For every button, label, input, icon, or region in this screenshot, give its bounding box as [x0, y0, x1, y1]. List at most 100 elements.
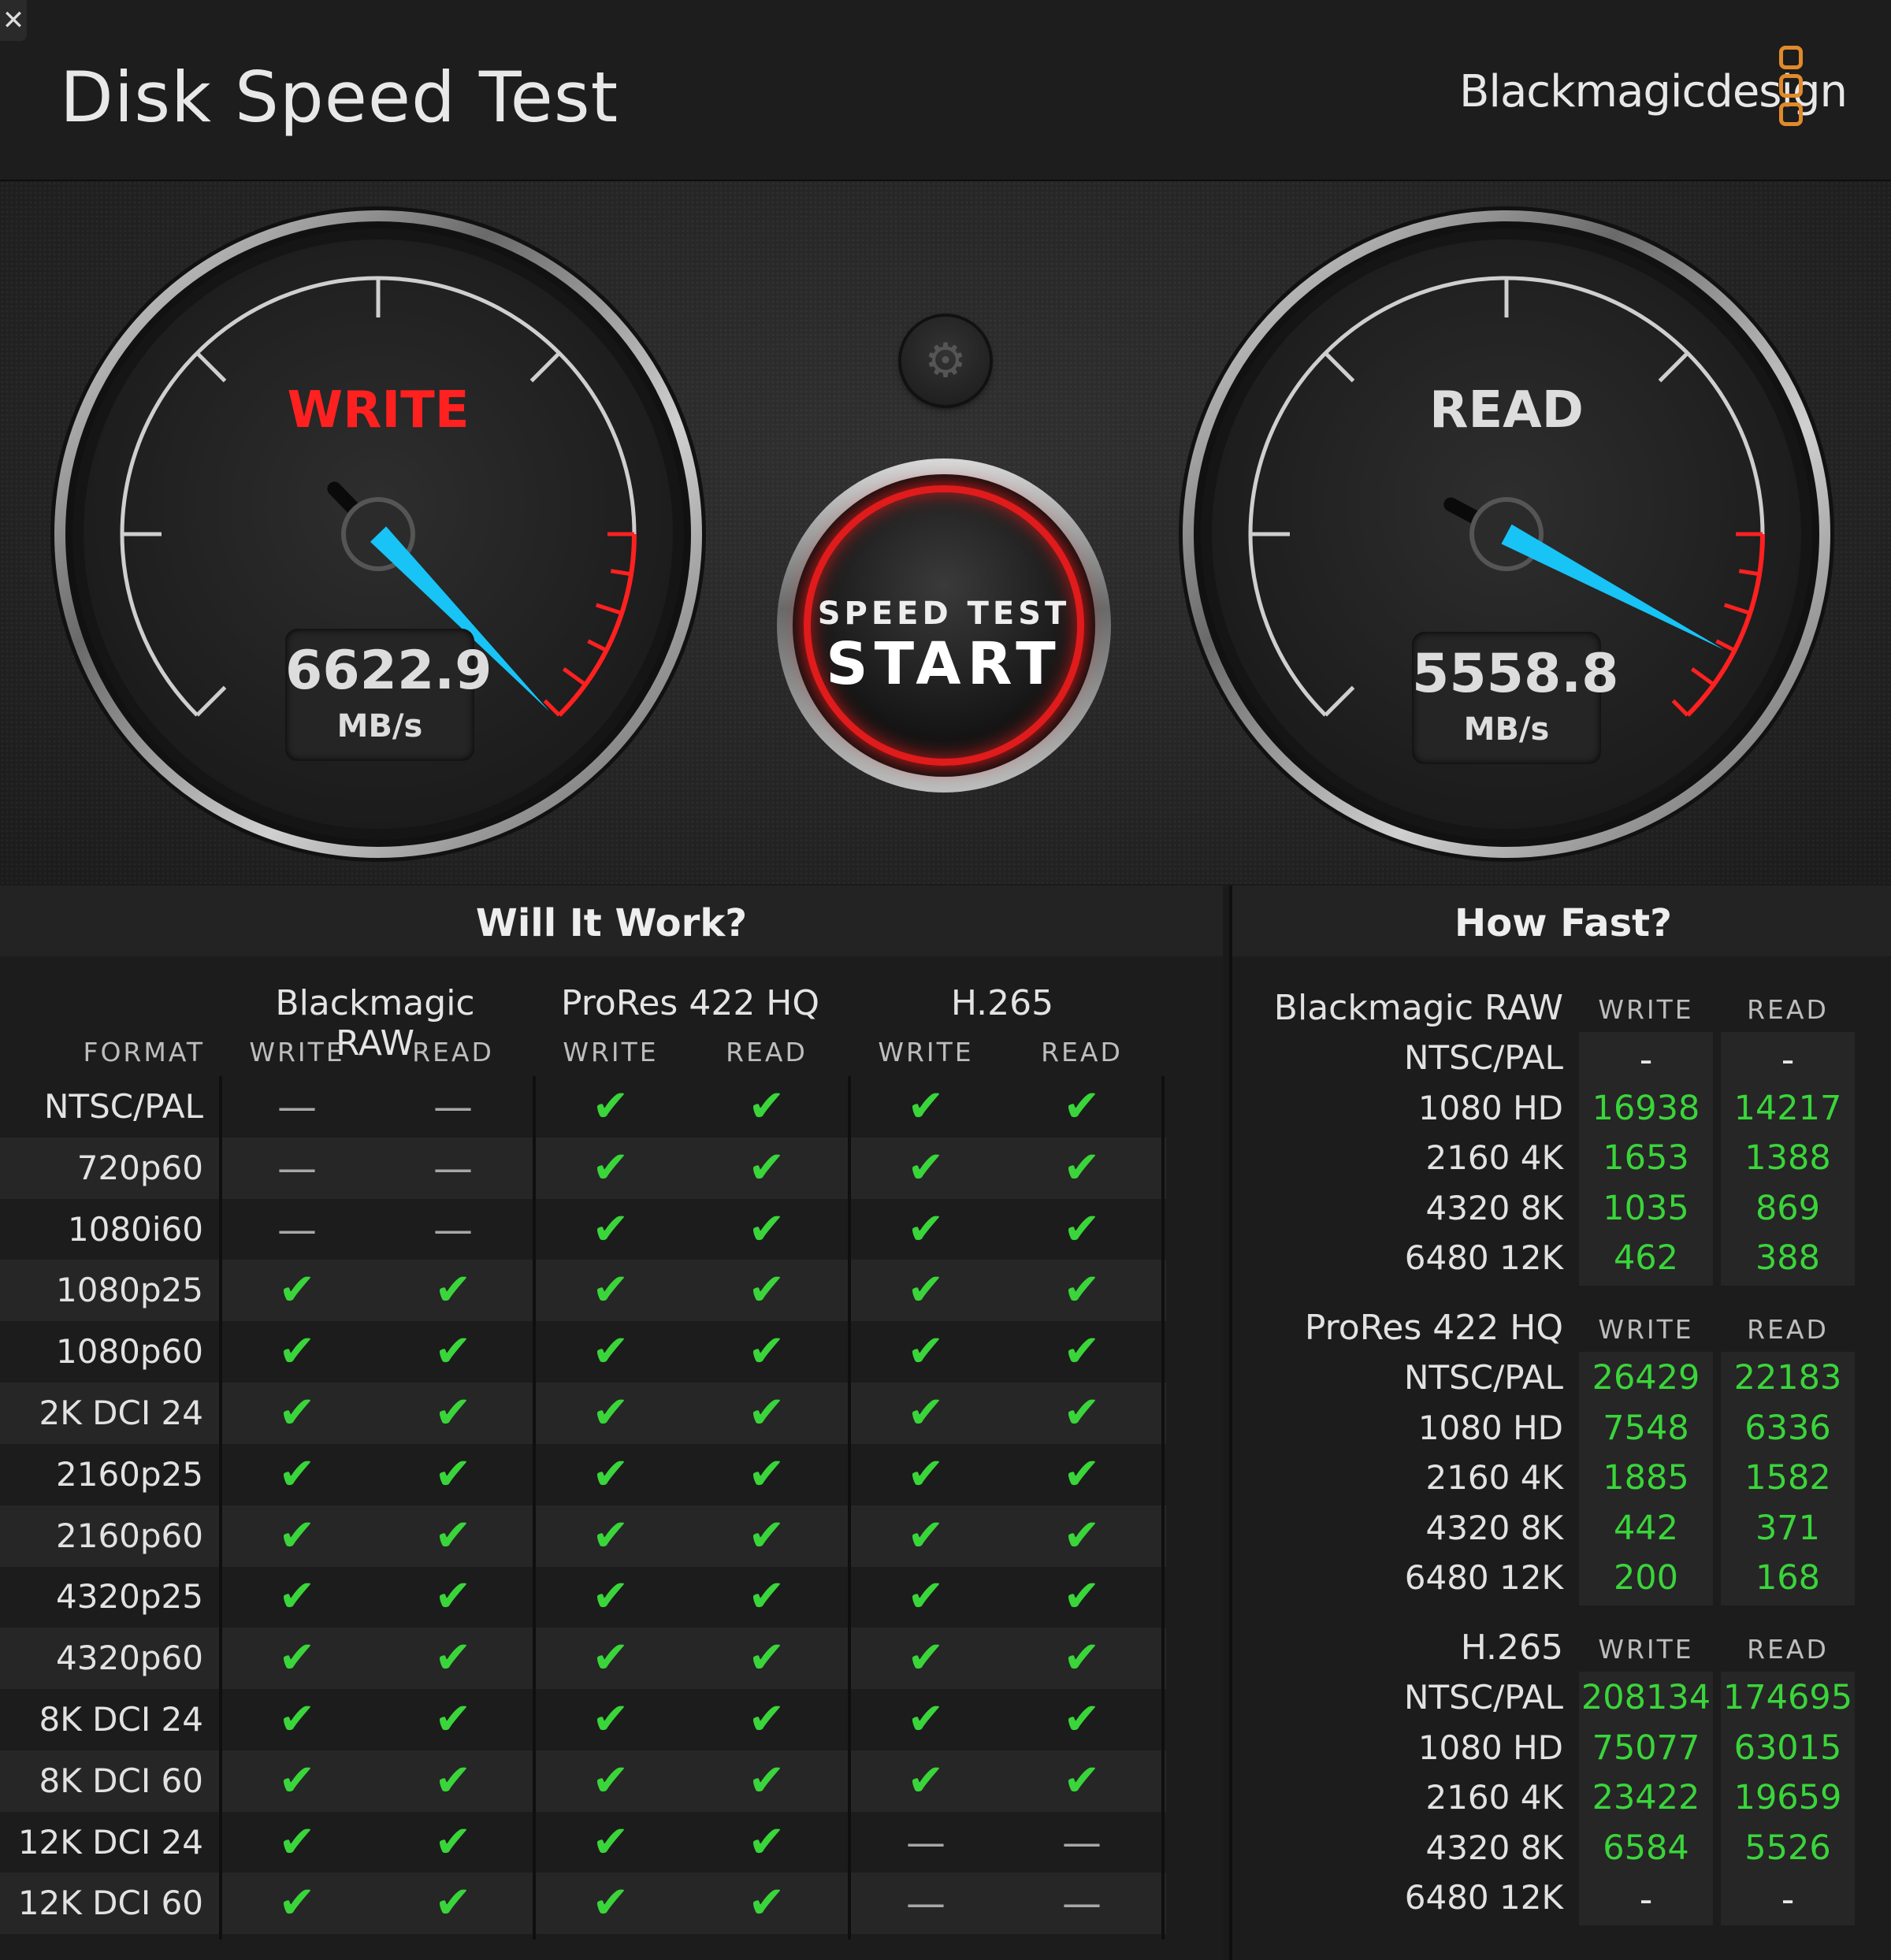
will-it-work-title: Will It Work? — [0, 885, 1223, 956]
table-row: 8K DCI 24 ✔ ✔ ✔ ✔ ✔ ✔ — [0, 1689, 1166, 1750]
column-divider — [219, 1076, 222, 1940]
read-value: 174695 — [1722, 1678, 1853, 1717]
check-icon: ✔ — [592, 1141, 630, 1193]
dash-icon: — — [277, 1084, 317, 1130]
table-row: 12K DCI 24 ✔ ✔ ✔ ✔ — — — [0, 1812, 1166, 1873]
read-value: 388 — [1755, 1238, 1821, 1278]
title-bar: ✕ Disk Speed Test Blackmagicdesign — [0, 0, 1891, 182]
column-subheader-read: READ — [726, 1037, 808, 1067]
read-value: 869 — [1755, 1188, 1821, 1228]
column-subheader-read: READ — [412, 1037, 494, 1067]
check-icon: ✔ — [278, 1509, 316, 1561]
gear-icon: ⚙ — [924, 333, 967, 388]
check-icon: ✔ — [434, 1571, 472, 1623]
table-row: NTSC/PAL — — ✔ ✔ ✔ ✔ — [0, 1076, 1166, 1138]
check-icon: ✔ — [1063, 1081, 1101, 1132]
check-icon: ✔ — [278, 1694, 316, 1745]
check-icon: ✔ — [278, 1754, 316, 1806]
check-icon: ✔ — [434, 1264, 472, 1316]
row-format-label: 8K DCI 24 — [39, 1700, 203, 1739]
row-format-label: 1080 HD — [1417, 1088, 1563, 1127]
check-icon: ✔ — [1063, 1387, 1101, 1438]
check-icon: ✔ — [907, 1203, 945, 1255]
table-row: 720p60 — — ✔ ✔ ✔ ✔ — [0, 1137, 1166, 1199]
check-icon: ✔ — [1063, 1141, 1101, 1193]
check-icon: ✔ — [907, 1264, 945, 1316]
check-icon: ✔ — [592, 1694, 630, 1745]
read-value: 6336 — [1744, 1408, 1831, 1448]
write-value: 75077 — [1592, 1728, 1700, 1768]
write-value: 7548 — [1603, 1408, 1689, 1448]
settings-button[interactable]: ⚙ — [901, 317, 990, 405]
check-icon: ✔ — [748, 1816, 786, 1868]
table-row: 1080p25 ✔ ✔ ✔ ✔ ✔ ✔ — [0, 1260, 1166, 1322]
check-icon: ✔ — [748, 1877, 786, 1929]
row-format-label: NTSC/PAL — [1404, 1358, 1563, 1397]
check-icon: ✔ — [748, 1448, 786, 1500]
read-value: 5558.8 — [1412, 643, 1619, 705]
check-icon: ✔ — [748, 1081, 786, 1132]
check-icon: ✔ — [434, 1387, 472, 1438]
dash-icon: — — [277, 1145, 317, 1191]
table-row: 12K DCI 60 ✔ ✔ ✔ ✔ — — — [0, 1873, 1166, 1935]
check-icon: ✔ — [748, 1509, 786, 1561]
row-format-label: 6480 12K — [1404, 1558, 1563, 1597]
read-value: 63015 — [1733, 1728, 1842, 1768]
codec-header: Blackmagic RAW — [1273, 988, 1563, 1028]
start-button-body[interactable]: SPEED TEST START — [793, 474, 1095, 777]
table-row: 8K DCI 60 ✔ ✔ ✔ ✔ ✔ ✔ — [0, 1750, 1166, 1812]
check-icon: ✔ — [748, 1754, 786, 1806]
read-value: 168 — [1755, 1558, 1821, 1598]
column-divider — [848, 1076, 851, 1940]
check-icon: ✔ — [278, 1571, 316, 1623]
column-subheader-write: WRITE — [1598, 994, 1694, 1025]
column-subheader-write: WRITE — [1598, 1634, 1694, 1665]
column-divider — [1161, 1076, 1165, 1940]
row-format-label: 2160 4K — [1425, 1138, 1563, 1177]
column-divider — [533, 1076, 536, 1940]
column-subheader-read: READ — [1041, 1037, 1123, 1067]
write-value: - — [1639, 1038, 1653, 1081]
check-icon: ✔ — [278, 1448, 316, 1500]
write-value: 1885 — [1603, 1458, 1689, 1498]
column-subheader-write: WRITE — [1598, 1314, 1694, 1345]
check-icon: ✔ — [907, 1387, 945, 1438]
check-icon: ✔ — [592, 1754, 630, 1806]
how-fast-panel: How Fast? Blackmagic RAW WRITE READ NTSC/PA… — [1229, 885, 1891, 1960]
dash-icon: — — [1062, 1819, 1102, 1865]
row-format-label: 12K DCI 60 — [17, 1884, 203, 1923]
write-value: 26429 — [1592, 1358, 1700, 1398]
write-value: 442 — [1613, 1508, 1679, 1548]
check-icon: ✔ — [592, 1632, 630, 1684]
check-icon: ✔ — [748, 1326, 786, 1378]
check-icon: ✔ — [748, 1694, 786, 1745]
close-icon[interactable]: ✕ — [0, 0, 27, 41]
read-unit: MB/s — [1463, 711, 1550, 748]
app-title: Disk Speed Test — [60, 57, 619, 138]
row-format-label: 4320 8K — [1425, 1828, 1563, 1867]
row-format-label: 720p60 — [76, 1148, 203, 1187]
check-icon: ✔ — [434, 1754, 472, 1806]
table-row: 4320p25 ✔ ✔ ✔ ✔ ✔ ✔ — [0, 1566, 1166, 1628]
check-icon: ✔ — [434, 1816, 472, 1868]
check-icon: ✔ — [592, 1264, 630, 1316]
write-value: - — [1639, 1878, 1653, 1921]
codec-header: H.265 — [1460, 1628, 1563, 1668]
dash-icon: — — [277, 1206, 317, 1253]
dash-icon: — — [433, 1084, 473, 1130]
check-icon: ✔ — [592, 1877, 630, 1929]
row-format-label: 1080 HD — [1417, 1728, 1563, 1767]
codec-header: ProRes 422 HQ — [1304, 1308, 1563, 1348]
read-value: 14217 — [1733, 1088, 1842, 1128]
start-button[interactable]: SPEED TEST START — [777, 458, 1111, 793]
check-icon: ✔ — [1063, 1571, 1101, 1623]
check-icon: ✔ — [278, 1387, 316, 1438]
check-icon: ✔ — [748, 1264, 786, 1316]
row-format-label: 4320p25 — [56, 1577, 203, 1617]
check-icon: ✔ — [1063, 1509, 1101, 1561]
check-icon: ✔ — [907, 1081, 945, 1132]
check-icon: ✔ — [907, 1754, 945, 1806]
column-subheader-read: READ — [1747, 1314, 1829, 1345]
will-it-work-panel: Will It Work? Blackmagic RAW ProRes 422 … — [0, 885, 1223, 1960]
check-icon: ✔ — [748, 1203, 786, 1255]
